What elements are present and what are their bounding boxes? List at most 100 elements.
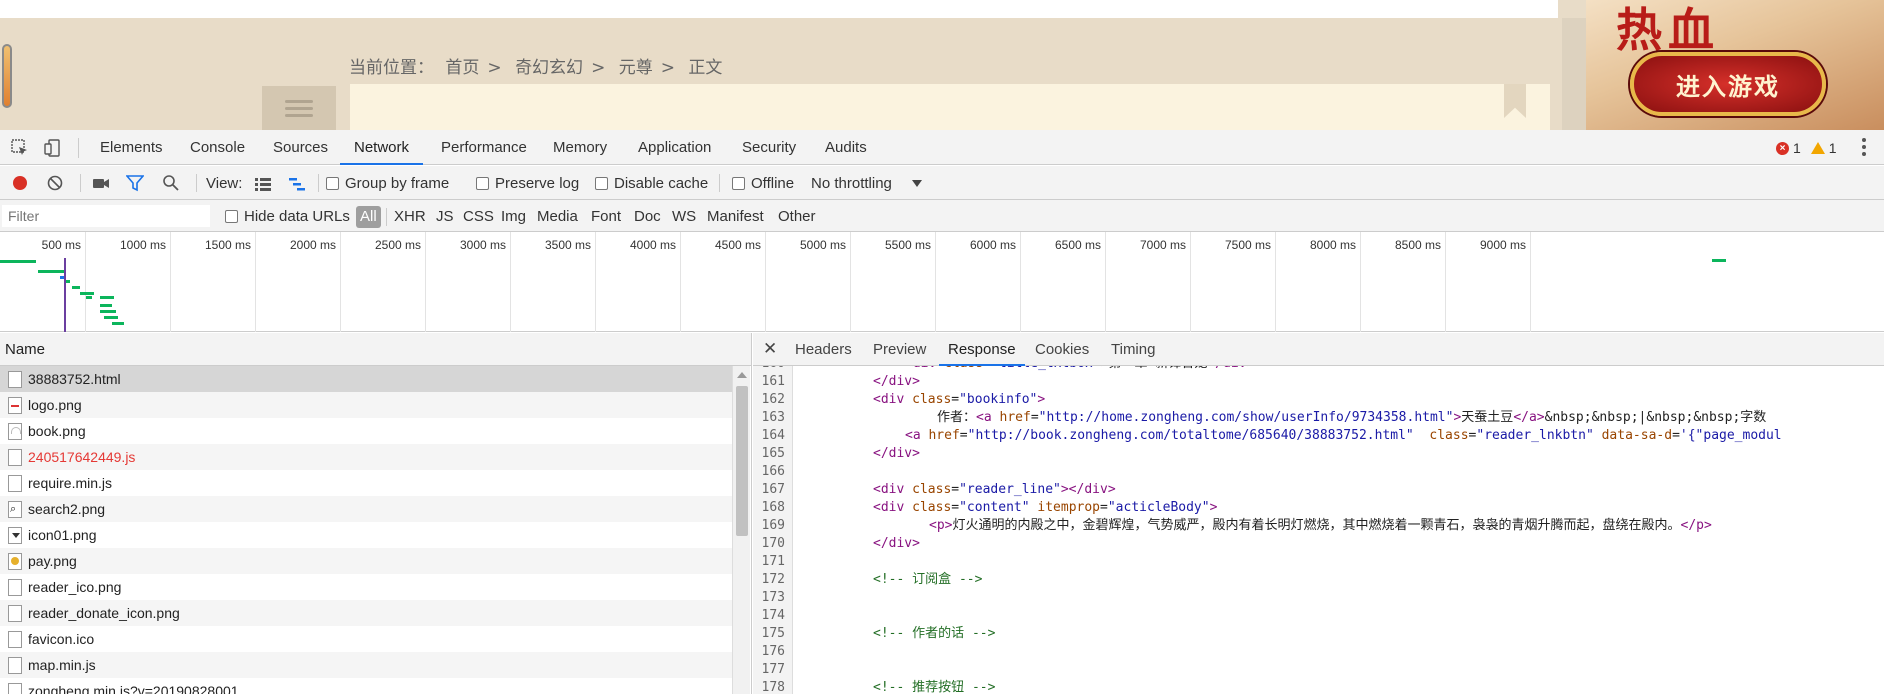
- waterfall-bar: [0, 260, 36, 263]
- request-row[interactable]: icon01.png: [0, 522, 732, 548]
- request-name: icon01.png: [28, 527, 97, 543]
- disable-cache-option[interactable]: Disable cache: [595, 166, 708, 200]
- tab-performance[interactable]: Performance: [427, 130, 541, 165]
- tab-elements[interactable]: Elements: [86, 130, 177, 165]
- large-rows-icon[interactable]: [254, 175, 272, 193]
- scroll-up-arrow-icon[interactable]: [737, 372, 747, 378]
- reader-content-panel: [350, 84, 1550, 130]
- filter-type-css[interactable]: CSS: [459, 206, 498, 228]
- inspect-element-icon[interactable]: [11, 139, 29, 157]
- request-row[interactable]: pay.png: [0, 548, 732, 574]
- request-row[interactable]: favicon.ico: [0, 626, 732, 652]
- clear-icon[interactable]: [46, 174, 64, 192]
- bookmark-icon[interactable]: [1504, 84, 1526, 118]
- timeline-tick-label: 8000 ms: [1309, 238, 1356, 252]
- network-overview-timeline[interactable]: 500 ms 1000 ms 1500 ms 2000 ms 2500 ms 3000 m…: [0, 232, 1884, 332]
- breadcrumb-book[interactable]: 元尊: [619, 58, 653, 78]
- filter-type-js[interactable]: JS: [432, 206, 458, 228]
- ad-enter-game-button[interactable]: 进入游戏: [1630, 52, 1826, 116]
- tab-console[interactable]: Console: [176, 130, 259, 165]
- code-line: 165 </div>: [753, 445, 1884, 463]
- tab-timing[interactable]: Timing: [1102, 333, 1164, 366]
- scrollbar-thumb[interactable]: [736, 386, 748, 536]
- hide-data-urls-checkbox[interactable]: [225, 209, 238, 223]
- request-row[interactable]: reader_donate_icon.png: [0, 600, 732, 626]
- record-icon[interactable]: [11, 174, 29, 192]
- tab-application[interactable]: Application: [624, 130, 725, 165]
- breadcrumb-separator: >: [487, 58, 502, 78]
- breadcrumb-category[interactable]: 奇幻玄幻: [515, 58, 583, 78]
- group-by-frame-checkbox[interactable]: [326, 176, 339, 190]
- filter-type-xhr[interactable]: XHR: [390, 206, 430, 228]
- code-line: 160 <div class="title_txtbox">第一章 新锋合龙</d…: [753, 366, 1884, 373]
- tab-cookies[interactable]: Cookies: [1026, 333, 1098, 366]
- filter-type-other[interactable]: Other: [774, 206, 820, 228]
- filter-type-doc[interactable]: Doc: [630, 206, 665, 228]
- filter-input[interactable]: [2, 205, 210, 227]
- timeline-gridline: [1530, 232, 1531, 332]
- request-row[interactable]: 38883752.html: [0, 366, 732, 392]
- line-number: 174: [761, 608, 785, 623]
- preserve-log-checkbox[interactable]: [476, 176, 489, 190]
- request-row[interactable]: search2.png: [0, 496, 732, 522]
- timeline-gridline: [85, 232, 86, 332]
- tab-headers[interactable]: Headers: [786, 333, 861, 366]
- line-number: 162: [761, 392, 785, 407]
- request-row[interactable]: reader_ico.png: [0, 574, 732, 600]
- throttling-select[interactable]: No throttling: [811, 166, 922, 200]
- tab-security[interactable]: Security: [728, 130, 810, 165]
- code-text: 作者：<a href="http://home.zongheng.com/sho…: [937, 410, 1767, 425]
- request-row[interactable]: zongheng.min.js?v=20190828001: [0, 678, 732, 694]
- chapter-menu-button[interactable]: [262, 86, 336, 130]
- page-header-strip: [0, 0, 1558, 18]
- request-row[interactable]: map.min.js: [0, 652, 732, 678]
- tab-audits[interactable]: Audits: [811, 130, 881, 165]
- timeline-gridline: [1360, 232, 1361, 332]
- filter-type-img[interactable]: Img: [497, 206, 530, 228]
- request-row[interactable]: 240517642449.js: [0, 444, 732, 470]
- filter-type-ws[interactable]: WS: [668, 206, 700, 228]
- tab-response[interactable]: Response: [939, 333, 1025, 366]
- breadcrumb-prefix: 当前位置：: [349, 58, 434, 78]
- offline-option[interactable]: Offline: [732, 166, 794, 200]
- request-list-scrollbar[interactable]: [732, 366, 750, 694]
- group-by-frame-option[interactable]: Group by frame: [326, 166, 449, 200]
- search-icon[interactable]: [162, 174, 180, 192]
- line-number: 161: [761, 374, 785, 389]
- code-text: <div class="bookinfo">: [873, 392, 1046, 407]
- column-header-name[interactable]: Name: [0, 333, 751, 366]
- more-options-icon[interactable]: [1862, 138, 1866, 159]
- filter-type-all[interactable]: All: [356, 206, 381, 228]
- page-scrollbar[interactable]: [1562, 18, 1586, 130]
- capture-screenshots-icon[interactable]: [92, 174, 110, 192]
- device-toolbar-icon[interactable]: [44, 139, 62, 157]
- response-source-view[interactable]: 160 <div class="title_txtbox">第一章 新锋合龙</d…: [753, 366, 1884, 694]
- tab-network[interactable]: Network: [340, 130, 424, 165]
- filter-icon[interactable]: [126, 174, 144, 192]
- console-error-summary[interactable]: × 1 1: [1776, 140, 1837, 156]
- code-text: <a href="http://book.zongheng.com/totalt…: [905, 428, 1782, 443]
- hide-data-urls-option[interactable]: Hide data URLs: [225, 200, 350, 232]
- request-row[interactable]: require.min.js: [0, 470, 732, 496]
- tab-preview[interactable]: Preview: [864, 333, 935, 366]
- breadcrumb-home[interactable]: 首页: [445, 58, 479, 78]
- script-icon: [8, 656, 22, 674]
- tab-sources[interactable]: Sources: [259, 130, 342, 165]
- offline-checkbox[interactable]: [732, 176, 745, 190]
- waterfall-view-icon[interactable]: [288, 175, 306, 193]
- disable-cache-checkbox[interactable]: [595, 176, 608, 190]
- filter-type-font[interactable]: Font: [587, 206, 625, 228]
- request-rows: 38883752.html logo.png book.png 24051764244…: [0, 366, 751, 694]
- timeline-gridline: [425, 232, 426, 332]
- filter-type-manifest[interactable]: Manifest: [703, 206, 768, 228]
- preserve-log-option[interactable]: Preserve log: [476, 166, 579, 200]
- filter-type-media[interactable]: Media: [533, 206, 582, 228]
- page-scroll-handle[interactable]: [2, 44, 12, 108]
- close-icon[interactable]: ✕: [763, 339, 777, 359]
- warning-count: 1: [1828, 140, 1837, 156]
- code-line: 171: [753, 553, 1884, 571]
- game-ad-banner[interactable]: 热血 进入游戏: [1586, 0, 1884, 130]
- request-row[interactable]: book.png: [0, 418, 732, 444]
- tab-memory[interactable]: Memory: [539, 130, 621, 165]
- request-row[interactable]: logo.png: [0, 392, 732, 418]
